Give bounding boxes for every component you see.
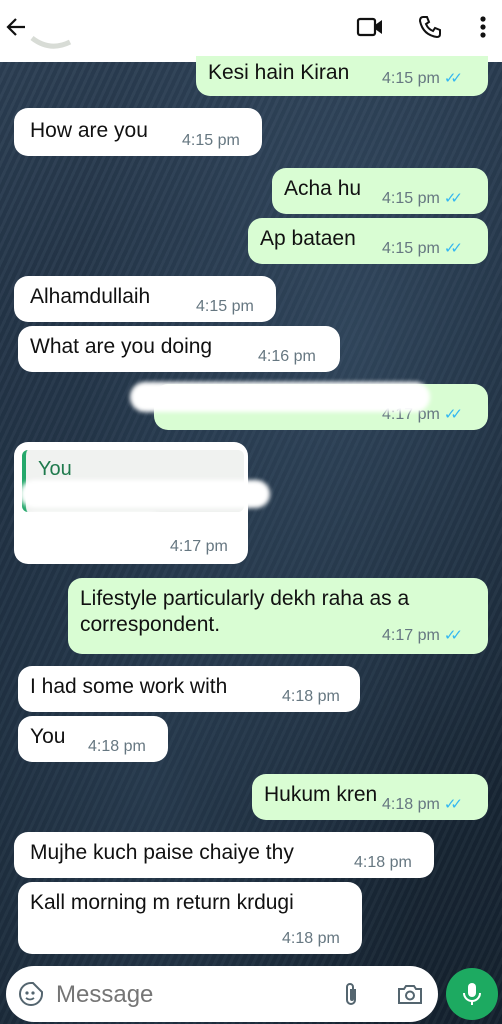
message-time: 4:17 pm	[170, 538, 228, 555]
read-receipt-icon: ✓✓	[443, 240, 463, 257]
message-time: 4:15 pm	[182, 132, 240, 149]
message-text: How are you	[30, 119, 148, 142]
mic-icon	[463, 983, 481, 1005]
message-text: Kall morning m return krdugi	[30, 891, 294, 914]
message-incoming[interactable]: What are you doing 4:16 pm	[18, 326, 340, 372]
message-text: Mujhe kuch paise chaiye thy	[30, 841, 294, 864]
message-time: 4:18 pm	[282, 930, 340, 947]
message-incoming[interactable]: You 4:18 pm	[18, 716, 168, 762]
message-outgoing[interactable]: Acha hu 4:15 pm ✓✓	[272, 168, 488, 214]
message-text: You	[30, 725, 66, 748]
message-incoming[interactable]: Alhamdullaih 4:15 pm	[14, 276, 276, 322]
message-incoming[interactable]: Kall morning m return krdugi 4:18 pm	[18, 882, 362, 954]
read-receipt-icon: ✓✓	[443, 627, 463, 644]
contact-avatar[interactable]	[30, 30, 74, 50]
message-time: 4:16 pm	[258, 348, 316, 365]
message-incoming[interactable]: Mujhe kuch paise chaiye thy 4:18 pm	[14, 832, 434, 878]
message-time: 4:18 pm	[382, 796, 440, 813]
message-outgoing[interactable]: Ap bataen 4:15 pm ✓✓	[248, 218, 488, 264]
message-time: 4:15 pm	[382, 70, 440, 87]
video-call-icon[interactable]	[354, 12, 386, 42]
message-time: 4:18 pm	[88, 738, 146, 755]
emoji-sticker-icon[interactable]	[16, 979, 46, 1009]
redaction-mark	[20, 480, 270, 508]
camera-icon[interactable]	[394, 979, 426, 1009]
message-incoming[interactable]: How are you 4:15 pm	[14, 108, 262, 156]
read-receipt-icon: ✓✓	[443, 190, 463, 207]
message-incoming[interactable]: I had some work with 4:18 pm	[18, 666, 360, 712]
message-time: 4:15 pm	[382, 190, 440, 207]
message-text: Hukum kren	[264, 783, 378, 806]
message-text: I had some work with	[30, 675, 228, 698]
read-receipt-icon: ✓✓	[443, 70, 463, 87]
attach-icon[interactable]	[336, 979, 366, 1009]
message-time: 4:17 pm	[382, 627, 440, 644]
chat-header	[0, 0, 502, 62]
quoted-author: You	[38, 458, 72, 480]
message-time: 4:18 pm	[282, 688, 340, 705]
message-time: 4:15 pm	[382, 240, 440, 257]
redaction-mark	[18, 512, 168, 548]
message-text: What are you doing	[30, 335, 213, 358]
phone-icon[interactable]	[414, 12, 446, 42]
message-text: Kesi hain Kiran	[208, 61, 350, 84]
more-vert-icon[interactable]	[468, 12, 498, 42]
read-receipt-icon: ✓✓	[443, 796, 463, 813]
redaction-mark	[130, 382, 430, 412]
message-text: Ap bataen	[260, 227, 356, 250]
message-outgoing[interactable]: Hukum kren 4:18 pm ✓✓	[252, 774, 488, 820]
contact-name[interactable]	[80, 18, 280, 42]
mic-button[interactable]	[446, 968, 498, 1020]
message-outgoing[interactable]: Lifestyle particularly dekh raha as a co…	[68, 578, 488, 654]
read-receipt-icon: ✓✓	[443, 406, 463, 423]
message-outgoing[interactable]: Kesi hain Kiran 4:15 pm ✓✓	[196, 56, 488, 96]
message-text: Acha hu	[284, 177, 362, 200]
message-composer	[6, 966, 438, 1022]
message-input[interactable]	[54, 976, 318, 1014]
message-time: 4:15 pm	[196, 298, 254, 315]
message-text: Alhamdullaih	[30, 285, 151, 308]
back-arrow-icon[interactable]	[4, 12, 28, 42]
message-time: 4:18 pm	[354, 854, 412, 871]
